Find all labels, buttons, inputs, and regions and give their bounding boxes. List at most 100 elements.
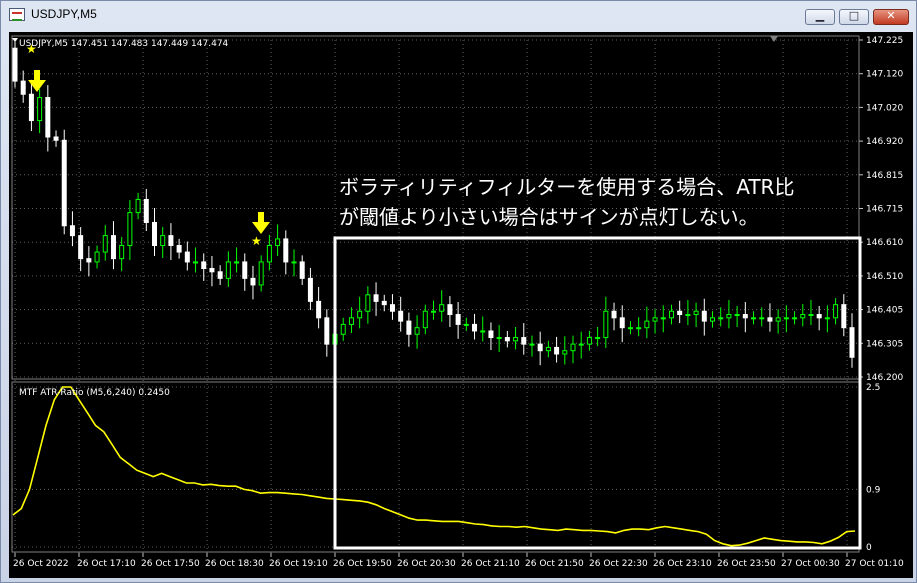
price-axis-label: 146.405: [866, 306, 903, 316]
candle-body: [45, 97, 51, 138]
candle-body: [668, 310, 674, 319]
candle-body: [152, 221, 157, 246]
candle-body: [570, 343, 576, 352]
chart-area[interactable]: 26 Oct 2022 26 Oct 17:10 26 Oct 17:50 26 Oc…: [9, 32, 913, 578]
price-axis-label: 146.815: [866, 171, 903, 181]
candle-body: [849, 327, 855, 358]
candle-body: [439, 304, 445, 312]
title-bar[interactable]: USDJPY,M5 ▁ □ ✕: [1, 1, 916, 29]
candle-body: [78, 235, 84, 260]
candle-body: [685, 314, 691, 317]
candle-body: [110, 235, 116, 260]
candle-body: [365, 294, 371, 312]
candle-body: [472, 323, 478, 332]
candle-body: [537, 343, 543, 352]
candle-body: [217, 271, 223, 279]
time-axis-label: 26 Oct 17:50: [141, 559, 200, 569]
candle-body: [357, 310, 363, 319]
time-axis-label: 26 Oct 21:50: [525, 559, 584, 569]
candle-body: [168, 235, 174, 246]
candle-body: [595, 337, 601, 340]
candle-body: [422, 310, 428, 329]
down-arrow-icon: [28, 70, 46, 92]
candle-body: [578, 343, 584, 346]
indicator-axis-label: 0: [866, 543, 872, 553]
candle-body: [562, 350, 568, 355]
time-axis-label: 27 Oct 01:10: [845, 559, 904, 569]
minimize-button[interactable]: ▁: [805, 9, 835, 25]
candle-body: [627, 327, 633, 330]
candle-body: [636, 327, 642, 330]
chart-header: USDJPY,M5 147.451 147.483 147.449 147.47…: [19, 39, 229, 49]
candle-body: [37, 97, 43, 122]
candle-body: [463, 323, 469, 326]
chart-window-icon: [9, 8, 25, 21]
candle-body: [414, 327, 420, 335]
candle-body: [734, 314, 740, 317]
price-axis-label: 146.715: [866, 205, 903, 215]
candle-body: [693, 310, 699, 316]
candle-body: [800, 314, 806, 319]
candle-body: [701, 310, 707, 322]
candle-body: [283, 238, 289, 263]
candle-body: [250, 277, 256, 286]
candle-body: [816, 314, 822, 319]
star-icon: ★: [251, 234, 262, 248]
price-axis-label: 147.120: [866, 70, 903, 80]
star-icon: ★: [26, 42, 37, 56]
candle-body: [447, 304, 453, 316]
candle-body: [234, 261, 240, 264]
candle-body: [783, 317, 789, 320]
maximize-button[interactable]: □: [839, 9, 869, 25]
candle-body: [710, 317, 715, 322]
time-axis-label: 27 Oct 00:30: [781, 559, 840, 569]
candle-body: [381, 300, 387, 306]
candle-body: [135, 198, 141, 214]
window-title: USDJPY,M5: [31, 7, 97, 21]
candle-body: [718, 317, 724, 320]
chart-window: USDJPY,M5 ▁ □ ✕ 26 Oct 2022 26 Oct 17:10 2…: [0, 0, 917, 583]
candle-body: [348, 317, 354, 325]
candle-body: [389, 304, 395, 312]
indicator-pane: [12, 386, 856, 547]
candle-body: [488, 330, 494, 339]
candle-body: [792, 317, 798, 320]
candle-body: [496, 337, 502, 340]
candle-body: [554, 346, 560, 355]
candle-body: [652, 317, 658, 322]
candle-body: [20, 80, 26, 95]
time-axis-label: 26 Oct 22:30: [589, 559, 648, 569]
candle-body: [833, 304, 839, 319]
chart-grid: [11, 35, 860, 553]
time-axis-label: 26 Oct 18:30: [205, 559, 264, 569]
annotation-line-2: が閾値より小さい場合はサインが点灯しない。: [339, 205, 759, 229]
candle-body: [431, 310, 436, 313]
price-chart[interactable]: 26 Oct 2022 26 Oct 17:10 26 Oct 17:50 26 Oc…: [9, 32, 913, 578]
candle-body: [660, 317, 666, 320]
candle-body: [225, 261, 231, 279]
highlight-box: [333, 236, 862, 550]
candle-body: [406, 320, 412, 335]
candle-body: [759, 317, 765, 320]
candle-body: [340, 323, 346, 335]
price-axis-label: 146.610: [866, 238, 903, 248]
candle-body: [586, 337, 592, 345]
candle-body: [209, 268, 215, 273]
indicator-label: MTF ATR-Ratio (M5,6,240) 0.2450: [19, 388, 170, 398]
candle-body: [398, 310, 404, 322]
candle-body: [275, 238, 281, 246]
candle-body: [28, 93, 34, 122]
indicator-axis-label: 2.5: [866, 383, 880, 393]
candle-body: [184, 251, 190, 263]
candle-body: [266, 244, 272, 263]
candle-body: [69, 225, 75, 237]
candle-body: [742, 314, 748, 319]
candle-body: [119, 244, 125, 260]
time-axis-label: 26 Oct 2022: [13, 559, 69, 569]
candle-body: [176, 244, 182, 253]
price-axis-label: 147.020: [866, 103, 903, 113]
time-axis-label: 26 Oct 21:10: [461, 559, 520, 569]
close-button[interactable]: ✕: [873, 9, 909, 25]
candle-body: [242, 261, 248, 279]
indicator-line: [12, 386, 856, 547]
